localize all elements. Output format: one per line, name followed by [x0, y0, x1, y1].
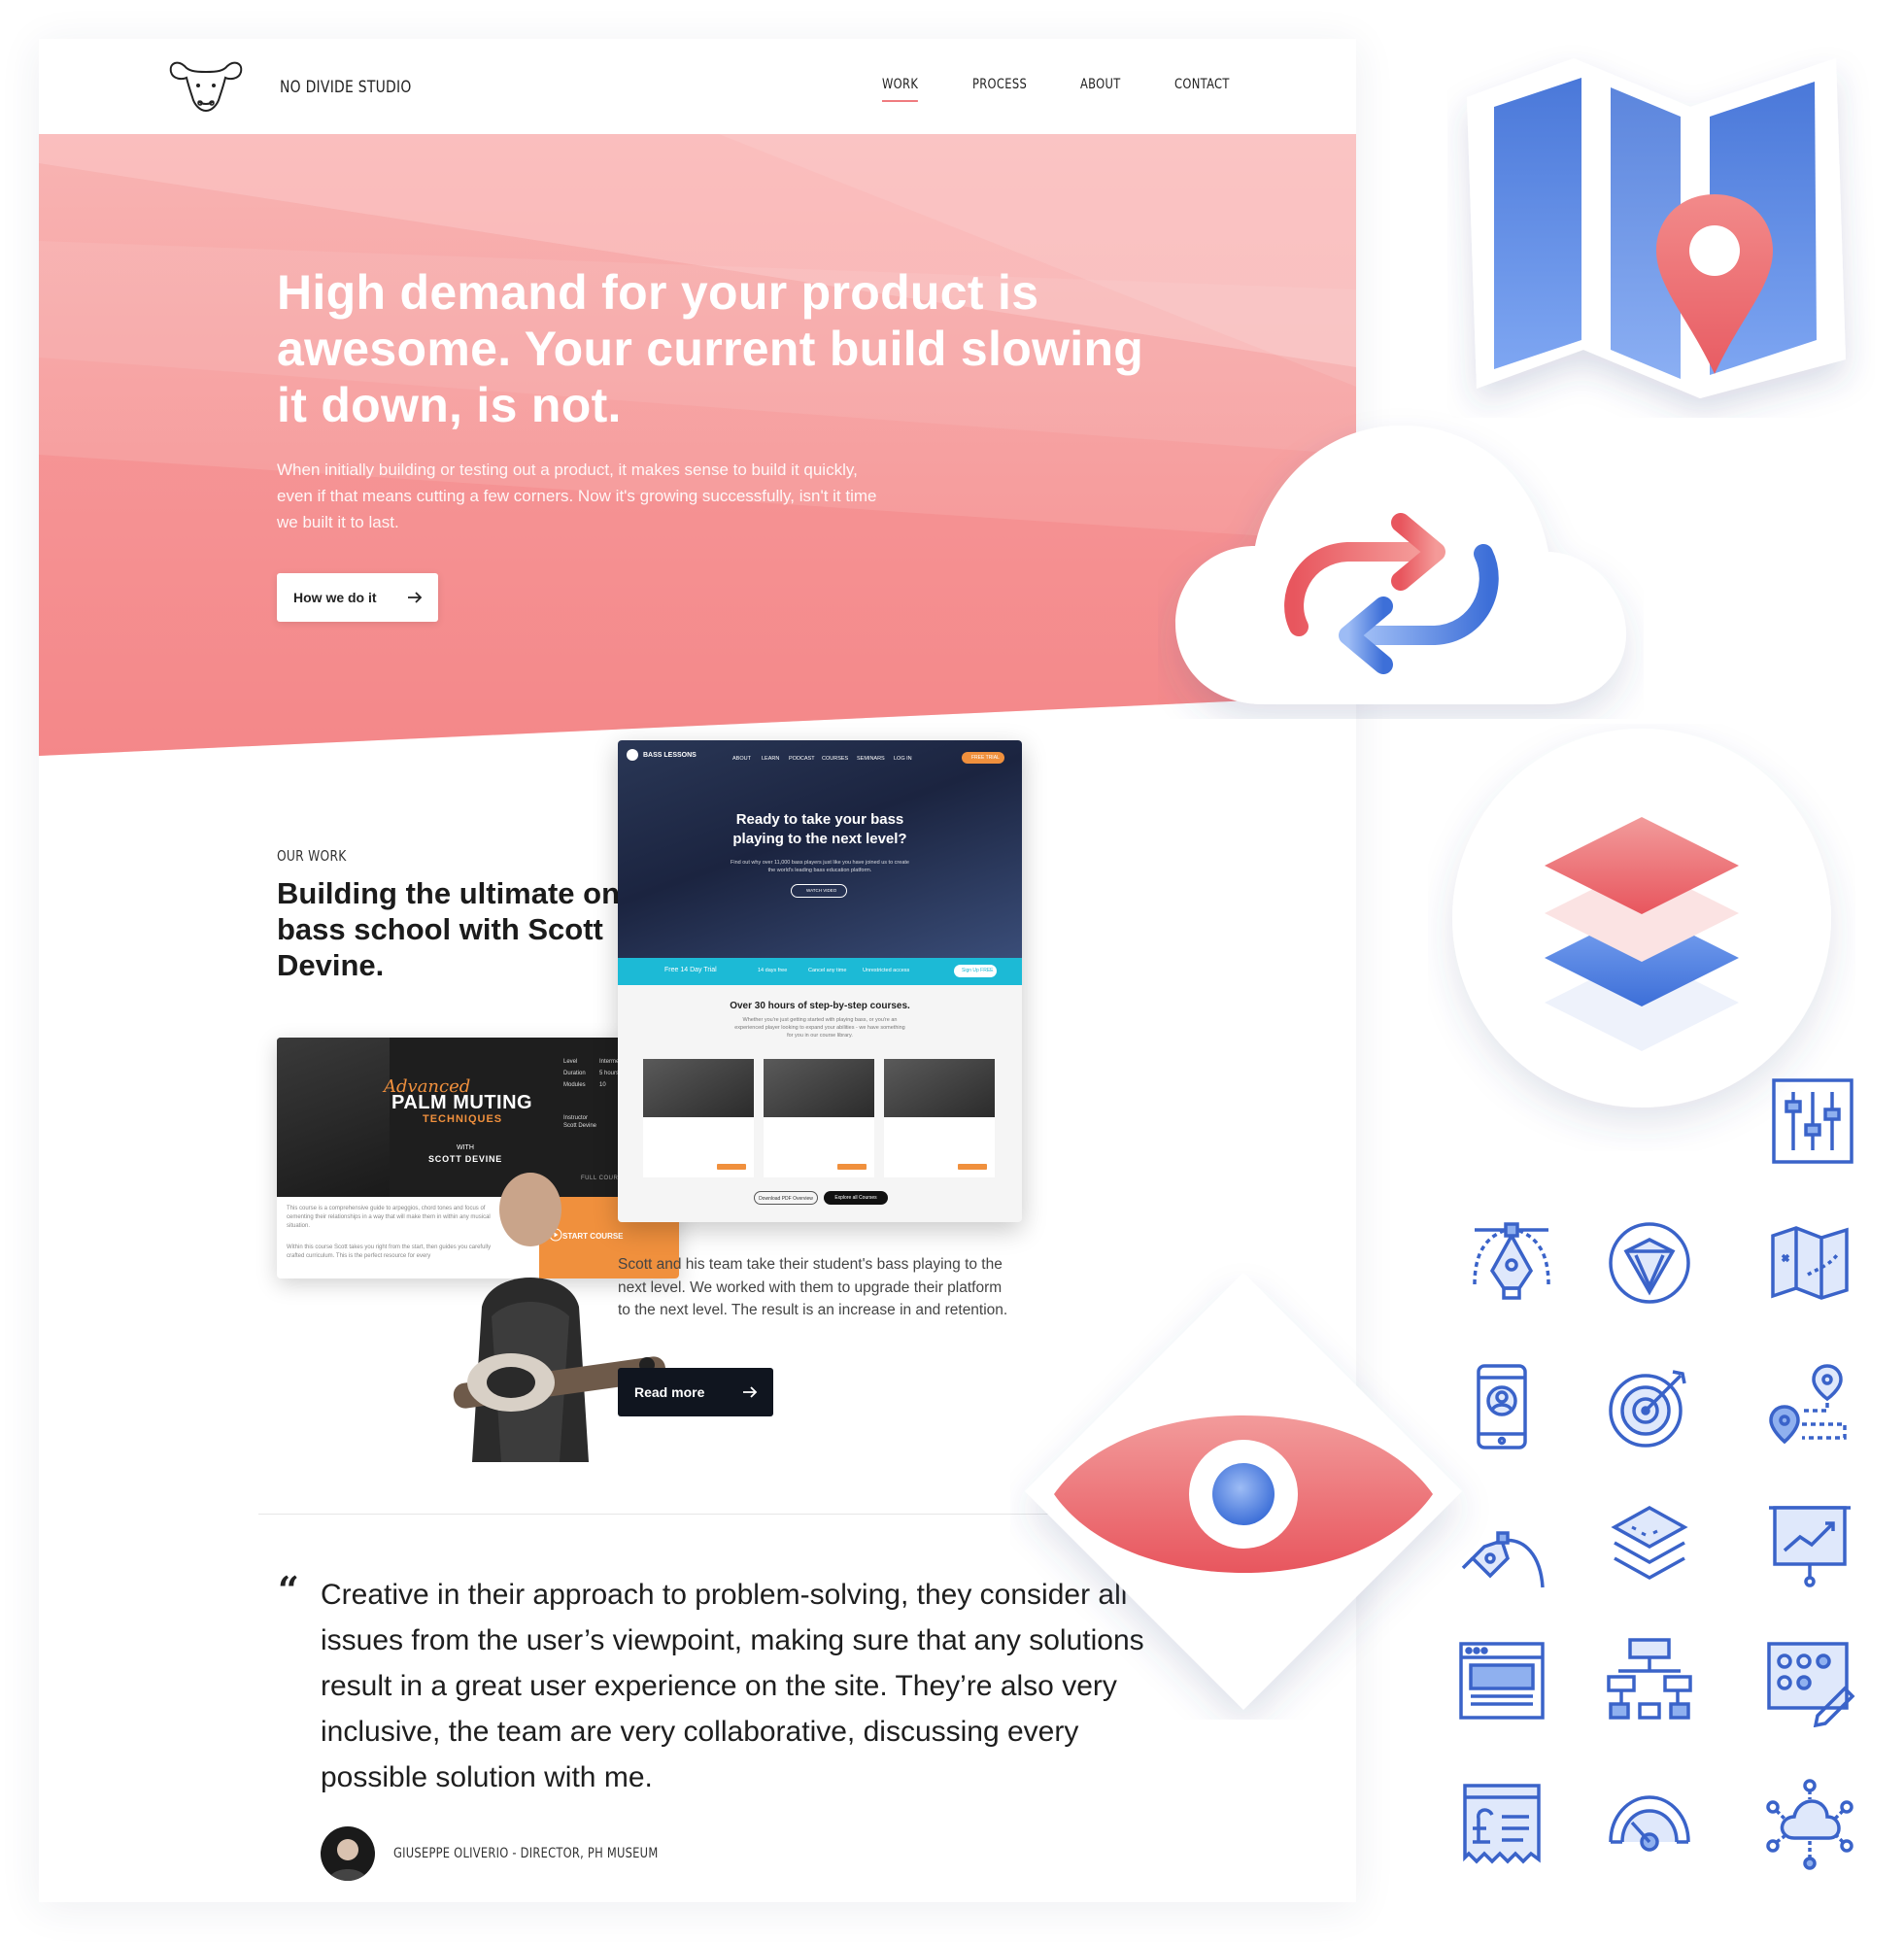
course-with: WITH [457, 1144, 474, 1151]
testimonial-author: GIUSEPPE OLIVERIO - DIRECTOR, PH MUSEUM [393, 1846, 659, 1861]
eye-icon [1025, 1273, 1462, 1710]
mockup-section-title: Over 30 hours of step-by-step courses. [730, 1001, 910, 1011]
nav-link-work[interactable]: WORK [882, 77, 919, 102]
gauge-icon [1609, 1795, 1690, 1852]
compass-pen-icon [1461, 1531, 1545, 1588]
how-we-do-it-label: How we do it [293, 590, 377, 605]
folded-map-icon [1771, 1226, 1849, 1300]
arrow-right-icon [743, 1386, 758, 1398]
read-more-button[interactable]: Read more [618, 1368, 773, 1416]
instructor-photo [277, 1038, 390, 1197]
bull-logo-icon[interactable] [165, 58, 247, 117]
how-we-do-it-button[interactable]: How we do it [277, 573, 438, 622]
mockup-free-trial-label: FREE TRIAL [971, 755, 1000, 761]
read-more-label: Read more [634, 1384, 705, 1400]
pen-tool-icon [1473, 1222, 1550, 1300]
sliders-icon [1772, 1078, 1853, 1164]
course-title: PALM MUTING [391, 1092, 533, 1113]
cloud-network-icon [1766, 1779, 1853, 1870]
avatar-portrait [328, 1839, 367, 1881]
mockup-strip-access: Unrestricted access [863, 968, 910, 973]
mockup-section-text: Whether you're just getting started with… [734, 1017, 905, 1039]
target-icon [1609, 1370, 1686, 1448]
mockup-course-thumb-1[interactable] [643, 1059, 754, 1117]
map-icon [1467, 58, 1846, 398]
invoice-icon [1463, 1784, 1541, 1864]
course-subtitle: TECHNIQUES [423, 1113, 503, 1125]
mockup-nav-courses[interactable]: COURSES [822, 756, 848, 762]
mockup-headline: Ready to take your bass playing to the n… [732, 811, 907, 847]
work-description: Scott and his team take their student's … [618, 1256, 1008, 1318]
arrow-right-icon [408, 592, 423, 603]
mockup-nav-about[interactable]: ABOUT [732, 756, 751, 762]
bass-lessons-mockup: BASS LESSONS ABOUT LEARN PODCAST COURSES… [618, 740, 1022, 1222]
hero-title: High demand for your product is awesome.… [277, 265, 1144, 432]
mockup-nav-podcast[interactable]: PODCAST [789, 756, 815, 762]
nav-link-process[interactable]: PROCESS [972, 77, 1027, 92]
duration-label: Duration [563, 1071, 586, 1076]
route-icon [1769, 1364, 1847, 1445]
modules-label: Modules [563, 1082, 586, 1088]
mockup-strip-cancel: Cancel any time [808, 968, 847, 973]
nav-link-about[interactable]: ABOUT [1080, 77, 1121, 92]
mockup-course-button-2[interactable] [837, 1164, 867, 1170]
mockup-signup-label: Sign Up FREE [962, 968, 994, 973]
hero-text: When initially building or testing out a… [277, 460, 877, 531]
section-eyebrow: OUR WORK [277, 847, 347, 865]
mockup-logo-icon [627, 749, 638, 761]
duration-value: 5 hours [599, 1071, 620, 1076]
presentation-chart-icon [1769, 1506, 1851, 1587]
mockup-logo: BASS LESSONS [643, 752, 697, 759]
mockup-strip-free: 14 days free [758, 968, 788, 973]
avatar [321, 1826, 375, 1881]
mockup-course-card-3 [884, 1117, 995, 1177]
mobile-user-icon [1477, 1364, 1527, 1449]
course-instructor-name: SCOTT DEVINE [428, 1154, 503, 1164]
mockup-course-thumb-2[interactable] [764, 1059, 874, 1117]
settings-edit-icon [1767, 1642, 1855, 1727]
stack-icon [1611, 1505, 1688, 1581]
mockup-nav-login[interactable]: LOG IN [894, 756, 912, 762]
mockup-nav-learn[interactable]: LEARN [762, 756, 779, 762]
mockup-course-card-1 [643, 1117, 754, 1177]
canvas: NO DIVIDE STUDIO WORK PROCESS ABOUT CONT… [0, 0, 1904, 1943]
mockup-subtext: Find out why over 11,000 bass players ju… [731, 860, 909, 873]
mockup-course-button-1[interactable] [717, 1164, 746, 1170]
pencil-badge-icon [1609, 1222, 1690, 1304]
mockup-watch-label: WATCH VIDEO [806, 888, 837, 893]
mockup-download-pdf-button[interactable]: Download PDF Overview [754, 1191, 818, 1205]
nav-link-contact[interactable]: CONTACT [1174, 77, 1230, 92]
cloud-sync-icon [1175, 426, 1626, 704]
browser-layout-icon [1459, 1642, 1545, 1720]
modules-value: 10 [599, 1082, 606, 1088]
quote-mark-icon: “ [278, 1568, 299, 1612]
mockup-trial-strip: Free 14 Day Trial 14 days free Cancel an… [618, 958, 1022, 985]
top-navigation: NO DIVIDE STUDIO WORK PROCESS ABOUT CONT… [39, 39, 1356, 134]
sitemap-icon [1607, 1638, 1692, 1720]
instructor-value: Scott Devine [563, 1123, 597, 1129]
mockup-course-card-2 [764, 1117, 874, 1177]
instructor-label: Instructor [563, 1115, 589, 1121]
mockup-course-thumb-3[interactable] [884, 1059, 995, 1117]
mockup-explore-courses-button[interactable]: Explore all Courses [824, 1191, 888, 1205]
mockup-nav-seminars[interactable]: SEMINARS [857, 756, 885, 762]
mockup-hero: BASS LESSONS ABOUT LEARN PODCAST COURSES… [618, 740, 1022, 958]
mockup-strip-trial: Free 14 Day Trial [664, 967, 717, 973]
level-label: Level [563, 1059, 578, 1065]
mockup-course-button-3[interactable] [958, 1164, 987, 1170]
brand-name[interactable]: NO DIVIDE STUDIO [280, 78, 412, 97]
